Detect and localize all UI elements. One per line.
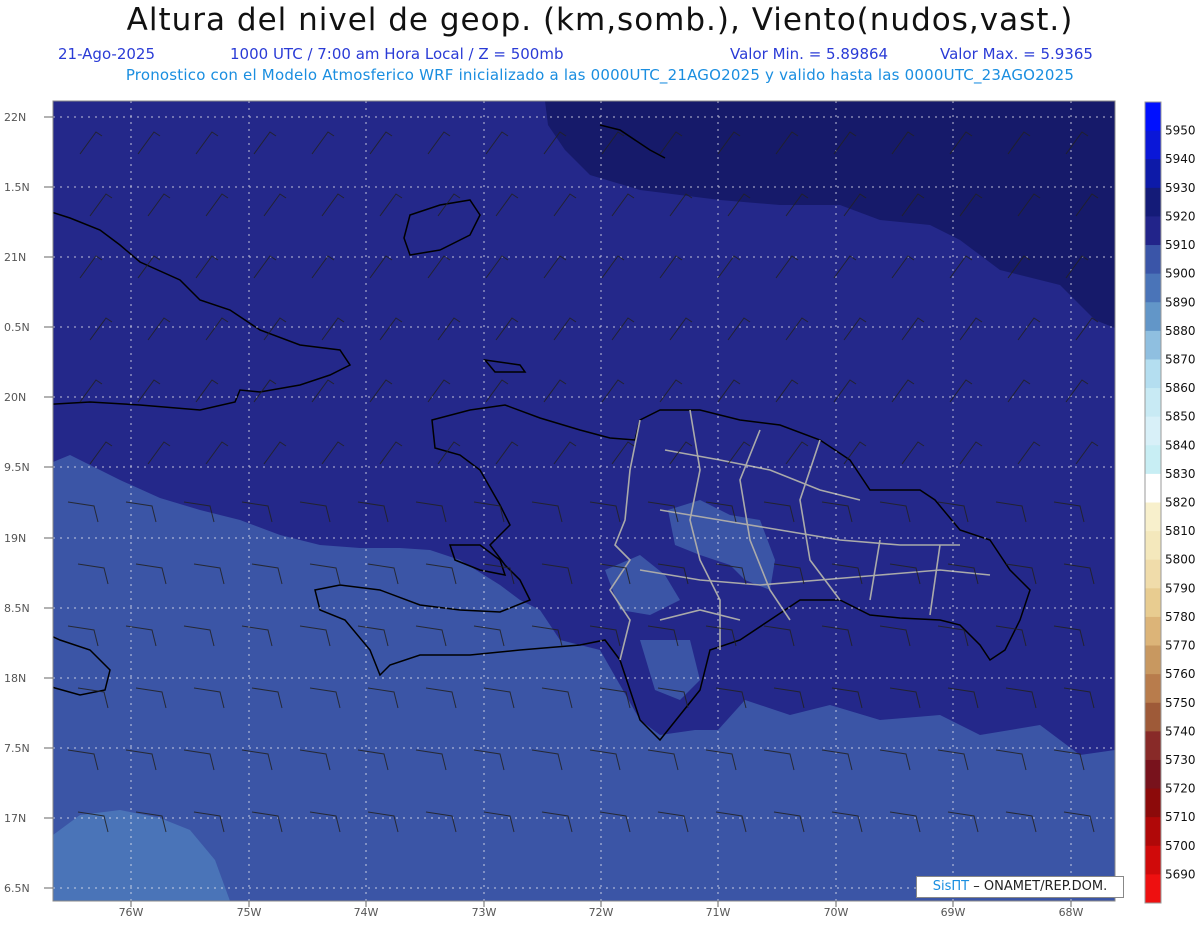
lat-label: 9.5N bbox=[4, 461, 30, 474]
colorbar-swatch bbox=[1145, 388, 1161, 418]
colorbar-swatch bbox=[1145, 330, 1161, 360]
colorbar-label: 5870 bbox=[1165, 352, 1196, 366]
colorbar-swatch bbox=[1145, 445, 1161, 475]
colorbar-label: 5860 bbox=[1165, 381, 1196, 395]
colorbar-swatch bbox=[1145, 702, 1161, 732]
lon-label: 74W bbox=[354, 906, 379, 919]
colorbar-label: 5900 bbox=[1165, 267, 1196, 281]
lon-label: 76W bbox=[119, 906, 144, 919]
lat-label: 7.5N bbox=[4, 742, 30, 755]
date-label: 21-Ago-2025 bbox=[58, 45, 155, 63]
min-value-label: Valor Min. = 5.89864 bbox=[730, 45, 889, 63]
colorbar-label: 5750 bbox=[1165, 696, 1196, 710]
lon-label: 72W bbox=[589, 906, 614, 919]
colorbar-label: 5880 bbox=[1165, 324, 1196, 338]
colorbar-swatch bbox=[1145, 102, 1161, 132]
forecast-subtitle: Pronostico con el Modelo Atmosferico WRF… bbox=[125, 66, 1075, 84]
colorbar-label: 5830 bbox=[1165, 467, 1196, 481]
lon-label: 71W bbox=[706, 906, 731, 919]
colorbar-swatch bbox=[1145, 302, 1161, 332]
colorbar-label: 5770 bbox=[1165, 639, 1196, 653]
colorbar-swatch bbox=[1145, 159, 1161, 189]
colorbar-swatch bbox=[1145, 273, 1161, 303]
colorbar-label: 5730 bbox=[1165, 753, 1196, 767]
colorbar-swatch bbox=[1145, 130, 1161, 160]
colorbar-swatch bbox=[1145, 245, 1161, 275]
colorbar-swatch bbox=[1145, 216, 1161, 246]
colorbar-label: 5930 bbox=[1165, 181, 1196, 195]
colorbar-label: 5720 bbox=[1165, 782, 1196, 796]
colorbar-label: 5690 bbox=[1165, 867, 1196, 881]
colorbar-label: 5810 bbox=[1165, 524, 1196, 538]
colorbar-label: 5940 bbox=[1165, 152, 1196, 166]
colorbar-label: 5920 bbox=[1165, 209, 1196, 223]
lon-axis: 76W 75W 74W 73W 72W 71W 70W 69W 68W bbox=[119, 901, 1084, 919]
colorbar-label: 5790 bbox=[1165, 581, 1196, 595]
colorbar-swatch bbox=[1145, 416, 1161, 446]
colorbar-label: 5910 bbox=[1165, 238, 1196, 252]
colorbar-label: 5840 bbox=[1165, 438, 1196, 452]
colorbar-label: 5760 bbox=[1165, 667, 1196, 681]
colorbar-label: 5780 bbox=[1165, 610, 1196, 624]
lat-label: 17N bbox=[4, 812, 26, 825]
colorbar-swatch bbox=[1145, 845, 1161, 875]
lon-label: 69W bbox=[941, 906, 966, 919]
colorbar-swatch bbox=[1145, 788, 1161, 818]
lon-label: 70W bbox=[824, 906, 849, 919]
colorbar-swatch bbox=[1145, 645, 1161, 675]
lat-label: 20N bbox=[4, 391, 26, 404]
lat-axis: 22N 1.5N 21N 0.5N 20N 9.5N 19N 8.5N 18N … bbox=[4, 111, 53, 895]
geopotential-map: 22N 1.5N 21N 0.5N 20N 9.5N 19N 8.5N 18N … bbox=[4, 100, 1196, 919]
colorbar-label: 5700 bbox=[1165, 839, 1196, 853]
colorbar-swatch bbox=[1145, 874, 1161, 904]
colorbar-swatch bbox=[1145, 502, 1161, 532]
lat-label: 6.5N bbox=[4, 882, 30, 895]
lat-label: 8.5N bbox=[4, 602, 30, 615]
colorbar-swatch bbox=[1145, 616, 1161, 647]
lon-label: 75W bbox=[237, 906, 262, 919]
lat-label: 21N bbox=[4, 251, 26, 264]
lat-label: 22N bbox=[4, 111, 26, 124]
colorbar-label: 5950 bbox=[1165, 124, 1196, 138]
colorbar-label: 5850 bbox=[1165, 410, 1196, 424]
lat-label: 0.5N bbox=[4, 321, 30, 334]
lat-label: 19N bbox=[4, 532, 26, 545]
organization-label: – ONAMET/REP.DOM. bbox=[973, 879, 1108, 894]
brand-logo: SisΠΤ bbox=[932, 879, 970, 894]
lon-label: 68W bbox=[1059, 906, 1084, 919]
lat-label: 18N bbox=[4, 672, 26, 685]
colorbar-swatch bbox=[1145, 531, 1161, 561]
colorbar-swatch bbox=[1145, 731, 1161, 761]
colorbar-swatch bbox=[1145, 759, 1161, 790]
colorbar-label: 5740 bbox=[1165, 724, 1196, 738]
colorbar-swatch bbox=[1145, 817, 1161, 847]
colorbar-swatch bbox=[1145, 187, 1161, 217]
colorbar-swatch bbox=[1145, 588, 1161, 618]
lon-label: 73W bbox=[472, 906, 497, 919]
colorbar-label: 5800 bbox=[1165, 553, 1196, 567]
colorbar: 5950 5940 5930 5920 5910 5900 5890 5880 5870 5860… bbox=[1144, 101, 1196, 904]
lat-label: 1.5N bbox=[4, 181, 30, 194]
colorbar-swatch bbox=[1145, 359, 1161, 389]
colorbar-swatch bbox=[1145, 559, 1161, 589]
credit-box: SisΠΤ – ONAMET/REP.DOM. bbox=[916, 876, 1124, 898]
colorbar-swatch bbox=[1145, 473, 1161, 503]
colorbar-swatch bbox=[1145, 674, 1161, 704]
max-value-label: Valor Max. = 5.9365 bbox=[940, 45, 1093, 63]
chart-title: Altura del nivel de geop. (km,somb.), Vi… bbox=[126, 2, 1074, 38]
colorbar-label: 5820 bbox=[1165, 496, 1196, 510]
time-label: 1000 UTC / 7:00 am Hora Local / Z = 500m… bbox=[230, 45, 564, 63]
colorbar-label: 5710 bbox=[1165, 810, 1196, 824]
colorbar-label: 5890 bbox=[1165, 295, 1196, 309]
